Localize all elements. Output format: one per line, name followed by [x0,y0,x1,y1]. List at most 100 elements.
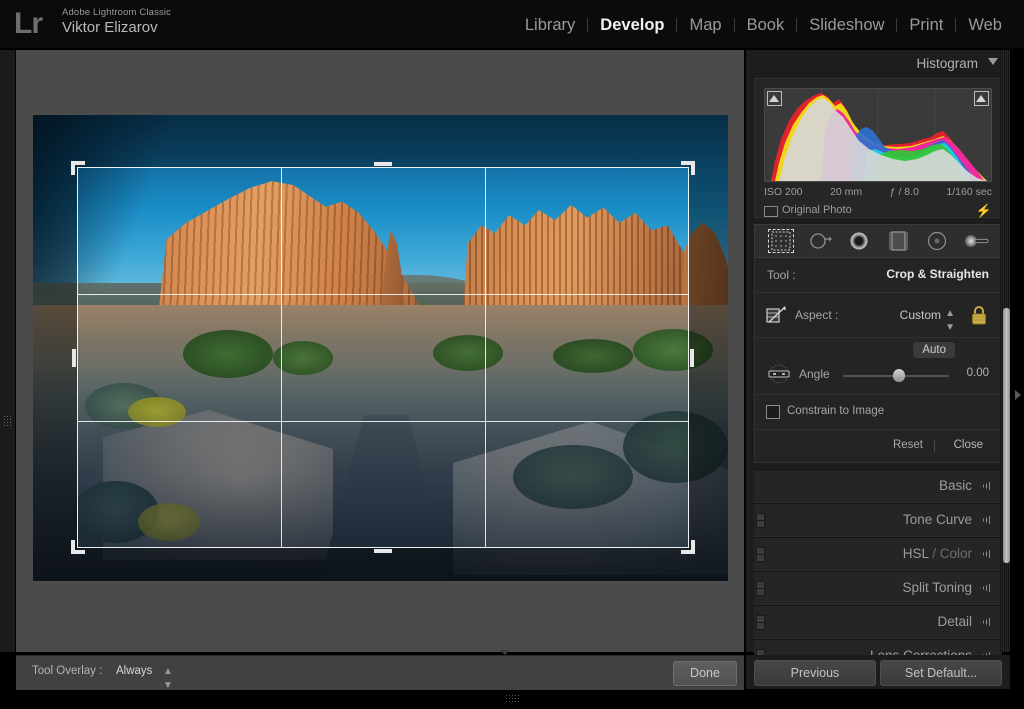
section-header-detail[interactable]: Detail [754,605,1002,639]
histogram-panel: ISO 200 20 mm ƒ / 8.0 1/160 sec Original… [754,78,1002,218]
original-photo-row[interactable]: Original Photo ⚡ [764,203,992,219]
identity-plate[interactable]: Adobe Lightroom Classic Viktor Elizarov [62,7,171,37]
tool-overlay-value[interactable]: Always [116,665,152,677]
disclosure-arrow-icon[interactable] [980,515,992,525]
done-button[interactable]: Done [673,661,737,686]
tool-strip [754,224,1002,258]
aspect-stepper-icon[interactable]: ▲ ▼ [945,307,955,335]
angle-value[interactable]: 0.00 [967,367,989,379]
right-panel-scrollbar[interactable] [1003,308,1010,563]
chevron-right-icon [1015,390,1021,400]
histogram-plot [764,88,992,182]
section-header-tone-curve[interactable]: Tone Curve [754,503,1002,537]
right-panel: Histogram ISO 200 20 mm ƒ / 8.0 1/160 se… [746,50,1010,673]
crop-overlay-tool[interactable] [767,229,794,253]
section-header-hsl-color[interactable]: HSL / Color [754,537,1002,571]
exif-aperture: ƒ / 8.0 [889,186,919,198]
histogram-header[interactable]: Histogram [746,50,1010,78]
reset-close-row: Reset Close [755,430,1001,462]
color-label: / Color [928,546,972,561]
left-panel-grip-icon [3,415,11,427]
module-picker: Library Develop Map Book Slideshow Print… [513,14,1014,36]
disclosure-arrow-icon[interactable] [980,617,992,627]
constrain-row[interactable]: Constrain to Image [755,395,1001,430]
image-canvas[interactable]: Tool Overlay : Always ▲ ▼ Done [16,50,744,691]
disclosure-arrow-icon[interactable] [980,583,992,593]
disclosure-arrow-icon[interactable] [980,481,992,491]
angle-row: Auto Angle 0.00 [755,338,1001,395]
aspect-label: Aspect : [795,308,839,322]
disclosure-arrow-icon[interactable] [980,549,992,559]
panel-switch-icon[interactable] [756,513,765,528]
right-panel-collapse-strip[interactable] [1010,50,1024,652]
aspect-value[interactable]: Custom [900,308,941,322]
panel-switch-icon[interactable] [756,581,765,596]
module-book[interactable]: Book [735,14,797,36]
photo-container[interactable] [33,115,728,581]
lightroom-logo: Lr [14,7,43,40]
left-panel-collapse-strip[interactable] [0,50,15,652]
tool-value: Crop & Straighten [886,267,989,281]
exif-shutter: 1/160 sec [946,186,992,198]
radial-filter-tool[interactable] [924,229,950,253]
tool-overlay-stepper-icon[interactable]: ▲ ▼ [163,665,173,693]
auto-straighten-button[interactable]: Auto [913,342,955,358]
angle-label: Angle [799,367,830,381]
module-library[interactable]: Library [513,14,587,36]
set-default-button[interactable]: Set Default... [880,660,1002,686]
reset-button[interactable]: Reset [893,439,923,451]
exif-focal-length: 20 mm [830,186,863,198]
angle-dial-icon[interactable] [765,364,793,384]
crop-frame-icon[interactable] [765,305,787,325]
panel-switch-icon[interactable] [756,615,765,630]
module-print[interactable]: Print [897,14,955,36]
aspect-row: Aspect : Custom ▲ ▼ [755,293,1001,338]
section-label: Tone Curve [902,512,972,527]
filmstrip-grip-icon[interactable] [505,694,519,702]
chevron-down-icon[interactable] [988,58,998,65]
module-web[interactable]: Web [956,14,1014,36]
section-label: HSL / Color [903,546,972,561]
histogram-svg [771,89,987,181]
highlight-clipping-indicator[interactable] [974,91,989,106]
panel-switch-icon[interactable] [756,547,765,562]
crop-tool-panel: Tool : Crop & Straighten Aspect : Custom… [754,258,1002,463]
sky-vignette [33,115,173,295]
shadow-clipping-triangle-icon [769,95,779,102]
original-photo-label: Original Photo [782,204,852,216]
module-map[interactable]: Map [677,14,733,36]
section-label: Basic [938,478,972,493]
user-name: Viktor Elizarov [62,19,158,36]
module-develop[interactable]: Develop [588,14,676,36]
lightning-bolt-icon[interactable]: ⚡ [976,203,992,219]
shadow-clipping-indicator[interactable] [767,91,782,106]
photo-image [33,115,728,581]
histogram-title: Histogram [916,56,978,71]
hsl-label: HSL [902,546,929,561]
section-label: Detail [937,614,972,629]
section-header-basic[interactable]: Basic [754,469,1002,503]
close-button[interactable]: Close [954,439,983,451]
constrain-checkbox[interactable] [766,405,780,419]
tool-label: Tool : [767,268,796,282]
filmstrip-collapse-caret[interactable] [500,650,510,655]
tool-row: Tool : Crop & Straighten [755,258,1001,293]
highlight-clipping-triangle-icon [976,95,986,102]
rectangle-icon [764,206,778,217]
section-header-split-toning[interactable]: Split Toning [754,571,1002,605]
adjustment-brush-tool[interactable] [963,229,989,253]
spot-removal-tool[interactable] [807,229,833,253]
exif-row: ISO 200 20 mm ƒ / 8.0 1/160 sec [764,186,992,198]
graduated-filter-tool[interactable] [885,229,911,253]
red-eye-correction-tool[interactable] [846,229,872,253]
divider [934,440,935,452]
module-slideshow[interactable]: Slideshow [797,14,896,36]
previous-button[interactable]: Previous [754,660,876,686]
tool-overlay-bar: Tool Overlay : Always ▲ ▼ Done [16,655,744,693]
padlock-icon[interactable] [969,304,989,326]
section-label: Split Toning [902,580,972,595]
top-bar: Lr Adobe Lightroom Classic Viktor Elizar… [0,0,1024,48]
constrain-label: Constrain to Image [787,405,885,417]
angle-slider-knob[interactable] [893,369,905,382]
lightroom-window: Lr Adobe Lightroom Classic Viktor Elizar… [0,0,1024,709]
